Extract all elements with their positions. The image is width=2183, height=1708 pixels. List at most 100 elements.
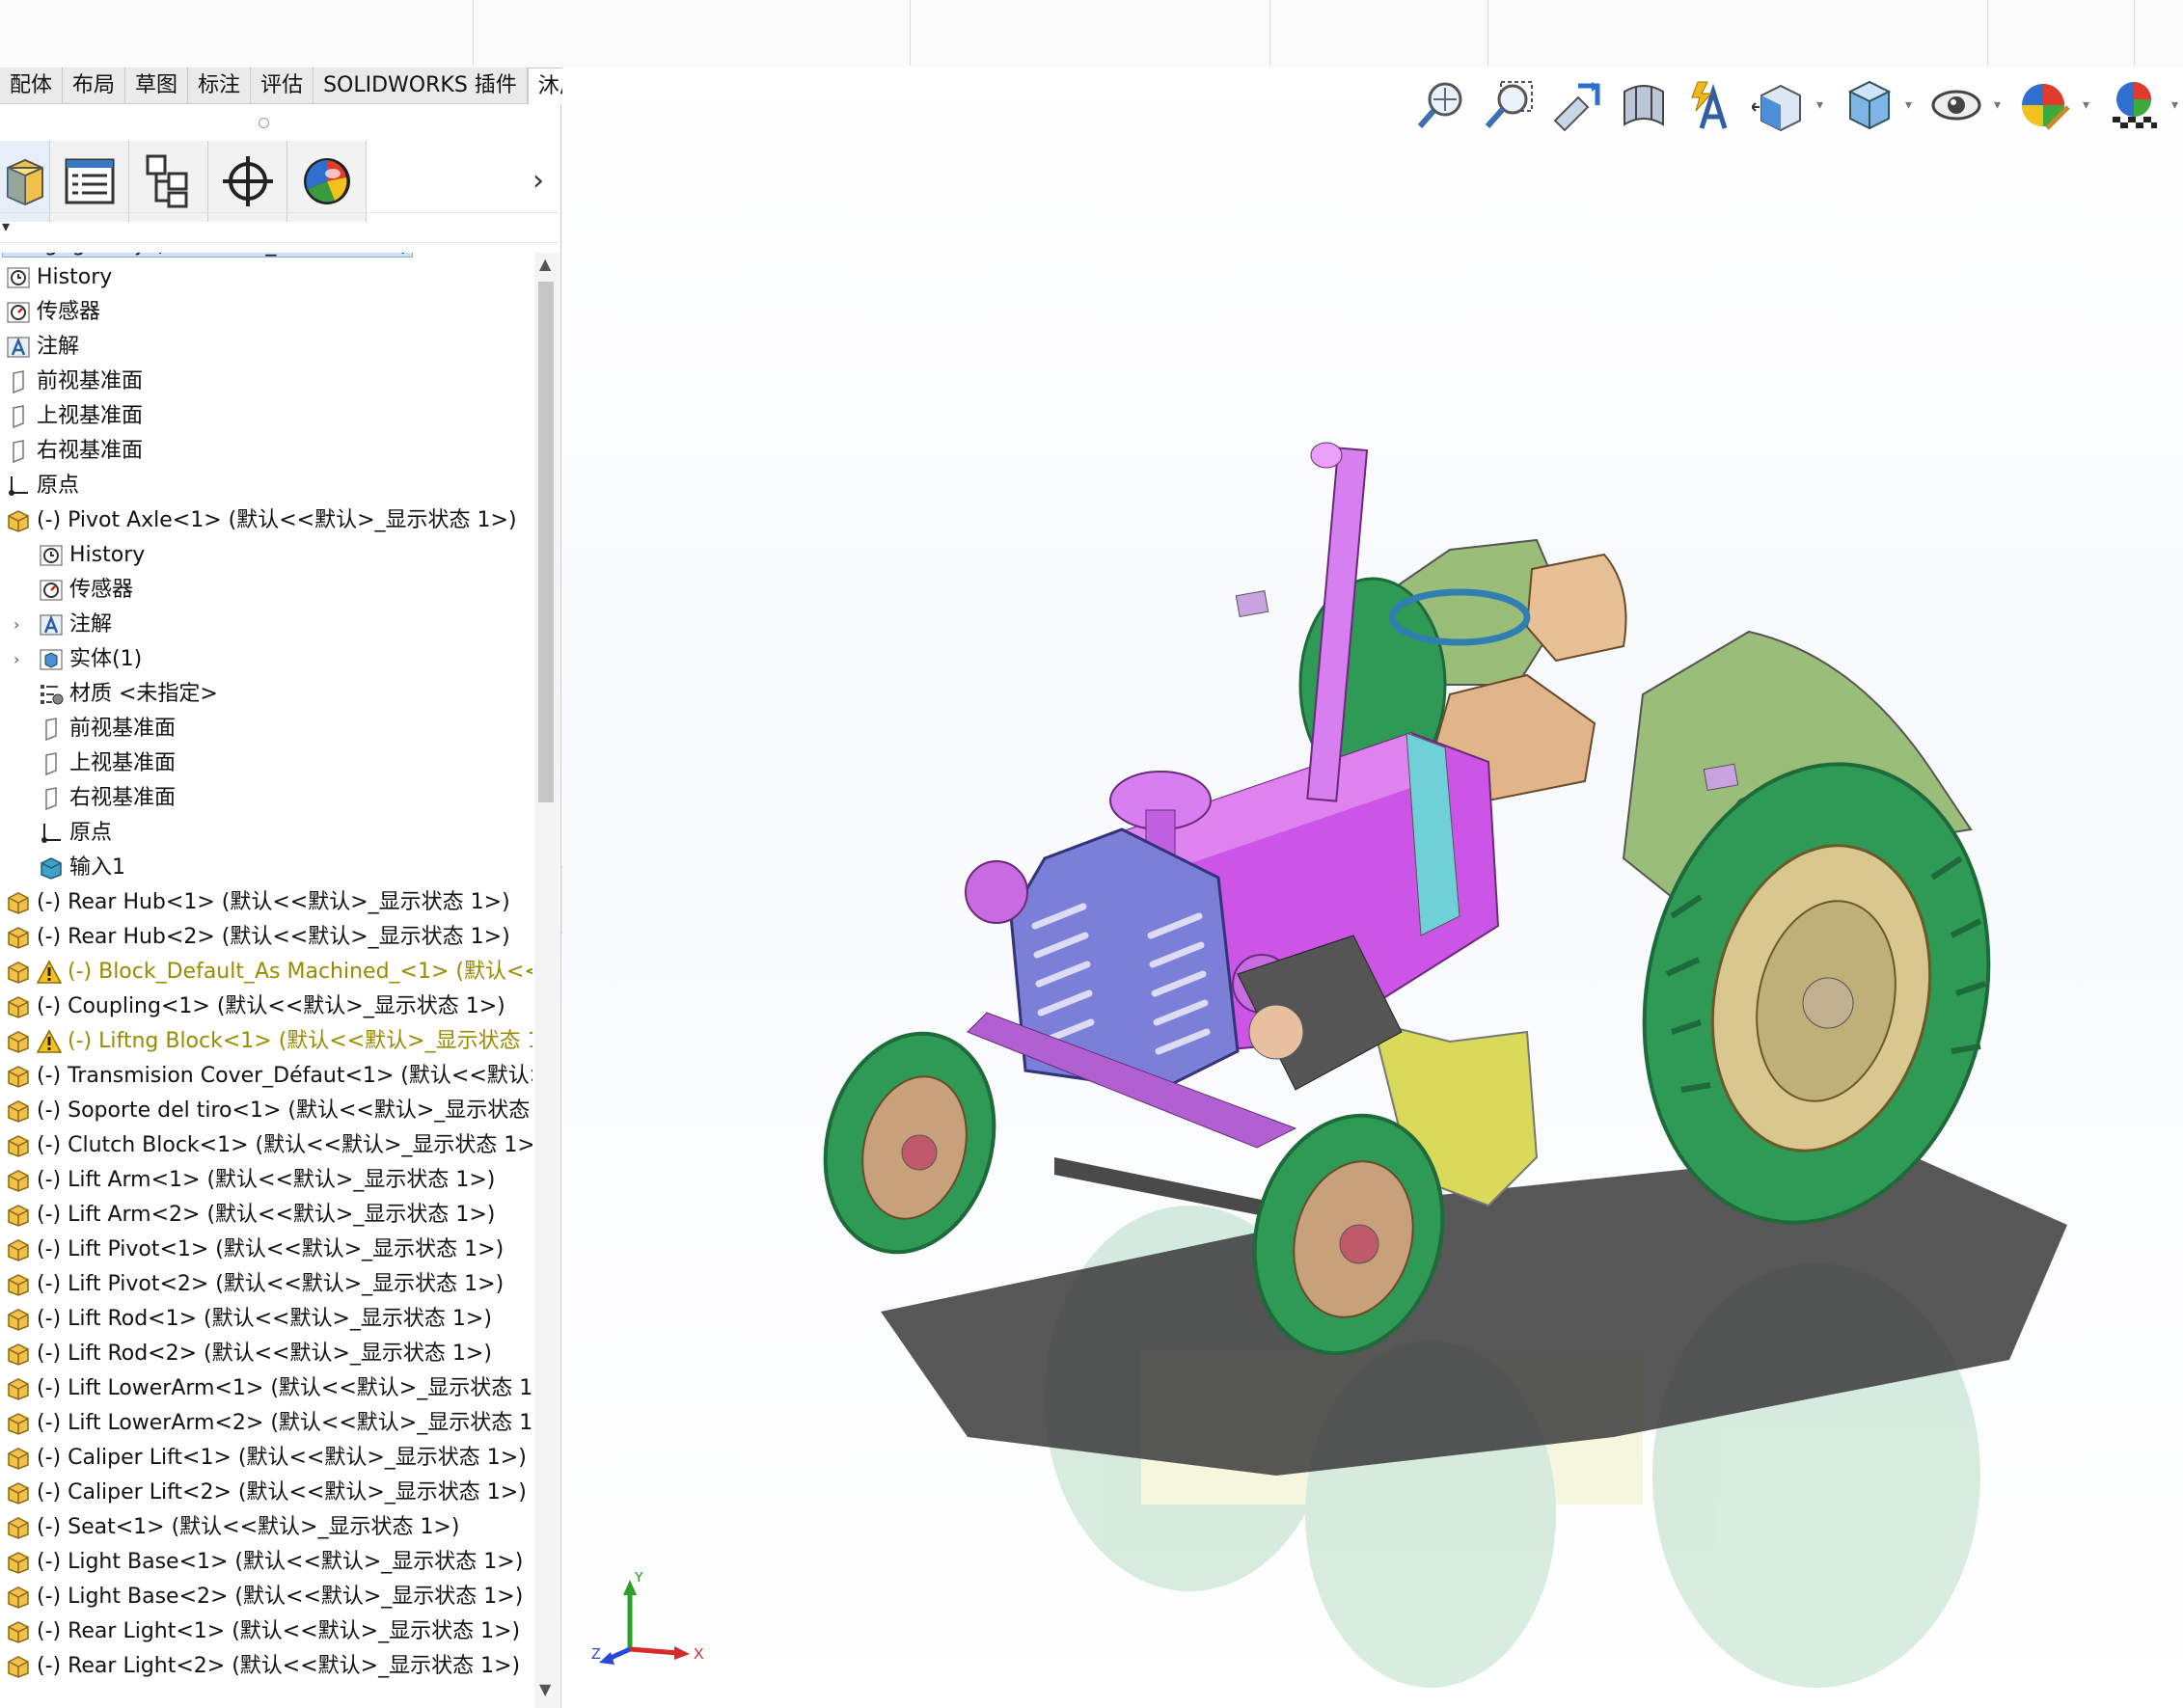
tree-item-component[interactable]: (-) Rear Light<1> (默认<<默认>_显示状态 1>) [6,1614,520,1649]
command-manager-tabs: 配体 布局 草图 标注 评估 SOLIDWORKS 插件 沐风工具箱 [0,68,655,104]
tree-item[interactable]: 前视基准面 [39,712,176,746]
tree-item-component[interactable]: (-) Lift LowerArm<2> (默认<<默认>_显示状态 1>) [6,1406,532,1441]
tree-item[interactable]: 原点 [6,469,79,503]
tree-item-label: (-) Lift LowerArm<1> (默认<<默认>_显示状态 1>) [37,1376,532,1400]
tree-item-component[interactable]: (-) Lift Pivot<1> (默认<<默认>_显示状态 1>) [6,1233,504,1267]
tree-item[interactable]: 右视基准面 [6,434,143,469]
scroll-up-icon[interactable]: ▲ [539,255,551,273]
tree-item-label: 材质 <未指定> [69,682,218,706]
tab-assembly[interactable]: 配体 [0,68,64,104]
ribbon-separator [910,0,911,66]
tree-item-label: (-) Caliper Lift<1> (默认<<默认>_显示状态 1>) [37,1446,527,1470]
part-icon [6,1203,31,1228]
coordinate-triad: Y X Z [591,1572,704,1665]
part-icon [6,1168,31,1193]
tree-item-component[interactable]: (-) Clutch Block<1> (默认<<默认>_显示状态 1>) [6,1128,532,1163]
tree-item-component[interactable]: (-) Rear Light<2> (默认<<默认>_显示状态 1>) [6,1649,520,1684]
part-icon [6,890,31,915]
tree-item[interactable]: 上视基准面 [39,746,176,781]
rear-hub-right [1802,977,1854,1029]
tree-item-component[interactable]: (-) Lift Arm<2> (默认<<默认>_显示状态 1>) [6,1198,495,1233]
part-icon [6,1515,31,1540]
tree-item-component[interactable]: (-) Rear Hub<2> (默认<<默认>_显示状态 1>) [6,920,510,955]
tree-item-label: (-) Rear Light<2> (默认<<默认>_显示状态 1>) [37,1654,521,1678]
tree-item-component[interactable]: (-) Caliper Lift<1> (默认<<默认>_显示状态 1>) [6,1441,527,1476]
tree-item-component[interactable]: (-) Lift Pivot<2> (默认<<默认>_显示状态 1>) [6,1267,504,1302]
tree-item-component[interactable]: (-) Seat<1> (默认<<默认>_显示状态 1>) [6,1510,459,1545]
part-icon [6,925,31,950]
scroll-thumb[interactable] [538,282,554,802]
propertymanager-icon [65,158,114,204]
tree-item[interactable]: History [39,538,145,573]
tree-item[interactable]: 传感器 [39,573,133,608]
tree-item[interactable]: 前视基准面 [6,365,143,399]
tree-item-label: (-) Transmision Cover_Défaut<1> (默认<<默认>… [37,1064,532,1088]
tree-item-label: (-) Soporte del tiro<1> (默认<<默认>_显示状态 1>… [37,1098,532,1123]
tree-item-component[interactable]: (-) Liftng Block<1> (默认<<默认>_显示状态 1>) [6,1024,532,1059]
tree-item[interactable]: History [6,260,112,295]
part-icon [6,994,31,1019]
tree-item-component[interactable]: (-) Coupling<1> (默认<<默认>_显示状态 1>) [6,990,505,1024]
tree-item[interactable]: 右视基准面 [39,781,176,816]
part-icon [6,1411,31,1436]
tractor-3d-model[interactable] [562,68,2183,1708]
tab-sketch[interactable]: 草图 [125,68,189,104]
expand-caret-icon[interactable]: › [14,642,19,677]
tree-item-component[interactable]: (-) Caliper Lift<2> (默认<<默认>_显示状态 1>) [6,1476,527,1510]
tree-item-label: History [69,543,146,567]
panel-expand-chevron-icon[interactable]: › [532,164,544,198]
tab-markup[interactable]: 标注 [188,68,252,104]
tree-item[interactable]: 上视基准面 [6,399,143,434]
part-icon [6,1272,31,1297]
tree-item-label: 上视基准面 [69,751,177,775]
tree-item-component[interactable]: (-) Light Base<1> (默认<<默认>_显示状态 1>) [6,1545,523,1580]
tree-item[interactable]: › 实体(1) [14,642,142,677]
tree-item-component[interactable]: (-) Lift Arm<1> (默认<<默认>_显示状态 1>) [6,1163,495,1198]
triad-y-label: Y [634,1572,644,1586]
tree-item[interactable]: 注解 [6,330,79,365]
tree-item-component[interactable]: (-) Rear Hub<1> (默认<<默认>_显示状态 1>) [6,885,510,920]
front-hub-right [1339,1224,1379,1264]
tree-item[interactable]: 原点 [39,816,112,851]
feature-manager-panel: › ▾ zongtigecaoji (默认<默认_显示状态-1>) History… [0,104,561,1708]
expand-caret-icon[interactable]: › [14,608,19,642]
plane-icon [39,717,64,742]
tree-filter[interactable]: ▾ [0,212,558,243]
propertymanager-tab[interactable] [50,141,129,222]
graphics-area[interactable]: ▾ ▾ ▾ ▾ ▾ Y X Z [562,68,2183,1708]
plane-icon [6,369,31,394]
tree-item-component[interactable]: (-) Pivot Axle<1> (默认<<默认>_显示状态 1>) [6,503,517,538]
tab-solidworks-addins[interactable]: SOLIDWORKS 插件 [314,68,528,104]
tree-item-component[interactable]: (-) Light Base<2> (默认<<默认>_显示状态 1>) [6,1580,523,1614]
configurationmanager-tab[interactable] [129,141,208,222]
tree-item-component[interactable]: (-) Lift Rod<2> (默认<<默认>_显示状态 1>) [6,1337,492,1371]
configurationmanager-icon [146,154,187,208]
tree-item-component[interactable]: (-) Transmision Cover_Défaut<1> (默认<<默认>… [6,1059,532,1094]
panel-grip-handle[interactable] [259,118,269,128]
tree-item[interactable]: 传感器 [6,295,100,330]
origin-icon [6,474,31,499]
tree-item-component[interactable]: (-) Lift Rod<1> (默认<<默认>_显示状态 1>) [6,1302,492,1337]
scroll-down-icon[interactable]: ▼ [539,1680,551,1698]
tree-item-component[interactable]: (-) Block_Default_As Machined_<1> (默认<<默… [6,955,532,990]
dimxpert-tab[interactable] [208,141,287,222]
tree-scrollbar[interactable]: ▲ ▼ [534,253,559,1708]
rear-light-left [1235,589,1269,618]
ribbon-separator [1269,0,1270,66]
import-icon [39,855,64,881]
tree-item-label: 前视基准面 [37,369,144,393]
tree-item-component[interactable]: (-) Soporte del tiro<1> (默认<<默认>_显示状态 1>… [6,1094,532,1128]
filter-icon[interactable]: ▾ [2,217,10,235]
featuremanager-tab[interactable] [0,141,50,222]
tree-item-label: 传感器 [69,578,134,602]
tree-item-component[interactable]: (-) Lift LowerArm<1> (默认<<默认>_显示状态 1>) [6,1371,532,1406]
tree-item-label: 右视基准面 [69,786,177,810]
tree-item[interactable]: 材质 <未指定> [39,677,218,712]
tab-layout[interactable]: 布局 [63,68,126,104]
tree-item[interactable]: › 注解 [14,608,112,642]
tab-evaluate[interactable]: 评估 [251,68,314,104]
displaymanager-tab[interactable] [287,141,367,222]
tree-item[interactable]: 输入1 [39,851,125,885]
featuremanager-icon [6,158,43,206]
part-icon [6,508,31,533]
